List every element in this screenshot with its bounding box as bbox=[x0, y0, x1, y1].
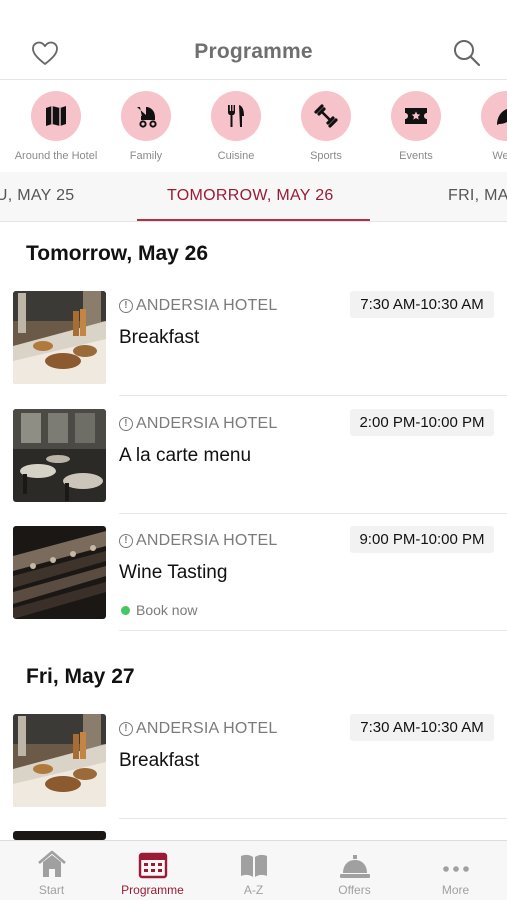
map-icon bbox=[31, 91, 81, 141]
tab-label: More bbox=[441, 883, 470, 897]
event-name: Breakfast bbox=[119, 750, 200, 771]
date-tab-next[interactable]: FRI, MAY 27 bbox=[448, 187, 507, 205]
row-divider bbox=[119, 818, 507, 819]
event-name: Wine Tasting bbox=[119, 562, 228, 583]
dumbbell-icon bbox=[301, 91, 351, 141]
tab-more[interactable]: More bbox=[405, 841, 506, 900]
info-icon: ! bbox=[119, 299, 133, 313]
event-venue: ! ANDERSIA HOTEL bbox=[119, 297, 278, 315]
event-image-restaurant bbox=[13, 409, 106, 502]
page-title: Programme bbox=[194, 40, 313, 63]
category-family[interactable]: Family bbox=[98, 91, 194, 162]
section-heading: Fri, May 27 bbox=[26, 665, 135, 688]
stroller-icon bbox=[121, 91, 171, 141]
event-row[interactable]: ! ANDERSIA HOTEL 2:00 PM-10:00 PM A la ca… bbox=[0, 409, 507, 527]
event-name: A la carte menu bbox=[119, 445, 252, 466]
event-image-breakfast bbox=[13, 291, 106, 384]
event-row[interactable]: ! ANDERSIA HOTEL 9:00 PM-10:00 PM Wine Ta… bbox=[0, 526, 507, 644]
category-label: Sports bbox=[310, 150, 342, 162]
row-divider bbox=[119, 395, 507, 396]
event-image-breakfast bbox=[13, 714, 106, 807]
house-icon bbox=[1, 841, 102, 879]
date-tab-active[interactable]: TOMORROW, MAY 26 bbox=[167, 187, 334, 205]
leaf-icon bbox=[481, 91, 507, 141]
category-around-the-hotel[interactable]: Around the Hotel bbox=[8, 91, 104, 162]
tab-label: Offers bbox=[338, 883, 371, 897]
event-name: Breakfast bbox=[119, 327, 200, 348]
event-venue: ! ANDERSIA HOTEL bbox=[119, 532, 278, 550]
section-heading: Tomorrow, May 26 bbox=[26, 242, 209, 265]
ticket-icon bbox=[391, 91, 441, 141]
event-time: 7:30 AM-10:30 AM bbox=[350, 714, 494, 741]
service-bell-icon bbox=[304, 841, 405, 879]
event-row-partial bbox=[0, 831, 507, 840]
category-label: Events bbox=[399, 150, 433, 162]
category-label: Around the Hotel bbox=[14, 150, 98, 162]
tab-label: Programme bbox=[121, 883, 184, 897]
event-time: 2:00 PM-10:00 PM bbox=[350, 409, 494, 436]
search-icon[interactable] bbox=[452, 38, 482, 68]
tab-offers[interactable]: Offers bbox=[304, 841, 405, 900]
info-icon: ! bbox=[119, 722, 133, 736]
event-row[interactable]: ! ANDERSIA HOTEL 7:30 AM-10:30 AM Breakfa… bbox=[0, 291, 507, 409]
bottom-tab-bar: Start Programme A-Z Offers More bbox=[0, 840, 507, 900]
calendar-icon bbox=[102, 841, 203, 879]
event-time: 9:00 PM-10:00 PM bbox=[350, 526, 494, 553]
event-row[interactable]: ! ANDERSIA HOTEL 7:30 AM-10:30 AM Breakfa… bbox=[0, 714, 507, 832]
category-label: Welln bbox=[492, 150, 507, 162]
row-divider bbox=[119, 630, 507, 631]
date-tab-prev[interactable]: THU, MAY 25 bbox=[0, 187, 75, 205]
category-events[interactable]: Events bbox=[368, 91, 464, 162]
active-date-indicator bbox=[137, 219, 370, 221]
tab-start[interactable]: Start bbox=[1, 841, 102, 900]
book-icon bbox=[203, 841, 304, 879]
tab-programme[interactable]: Programme bbox=[102, 841, 203, 900]
category-label: Family bbox=[129, 150, 163, 162]
category-sports[interactable]: Sports bbox=[278, 91, 374, 162]
category-cuisine[interactable]: Cuisine bbox=[188, 91, 284, 162]
date-selector: THU, MAY 25 TOMORROW, MAY 26 FRI, MAY 27 bbox=[0, 172, 507, 222]
tab-a-z[interactable]: A-Z bbox=[203, 841, 304, 900]
book-now-link[interactable]: Book now bbox=[121, 602, 197, 618]
event-venue: ! ANDERSIA HOTEL bbox=[119, 720, 278, 738]
row-divider bbox=[119, 513, 507, 514]
event-image-wine bbox=[13, 526, 106, 619]
more-icon bbox=[405, 841, 506, 879]
top-bar: Programme bbox=[0, 0, 507, 80]
fork-knife-icon bbox=[211, 91, 261, 141]
category-wellness[interactable]: Welln bbox=[458, 91, 507, 162]
event-time: 7:30 AM-10:30 AM bbox=[350, 291, 494, 318]
category-label: Cuisine bbox=[217, 150, 255, 162]
category-strip: Around the Hotel Family Cuisine Sports E… bbox=[0, 80, 507, 172]
info-icon: ! bbox=[119, 417, 133, 431]
tab-label: A-Z bbox=[243, 883, 264, 897]
info-icon: ! bbox=[119, 534, 133, 548]
event-venue: ! ANDERSIA HOTEL bbox=[119, 415, 278, 433]
tab-label: Start bbox=[38, 883, 65, 897]
event-image-partial bbox=[13, 831, 106, 840]
availability-dot bbox=[121, 605, 130, 615]
